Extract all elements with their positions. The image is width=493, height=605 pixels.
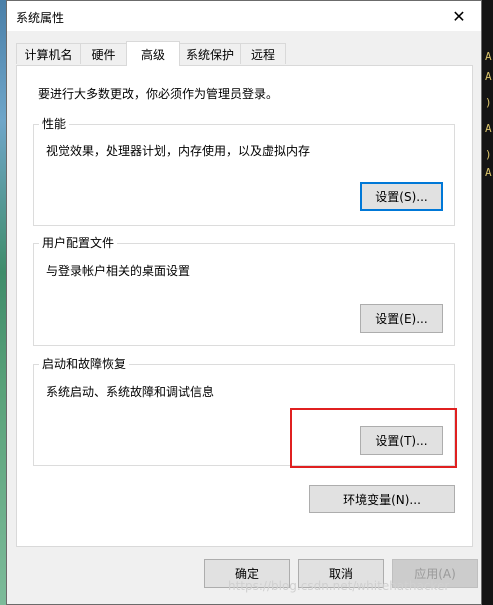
performance-settings-button[interactable]: 设置(S)... — [360, 182, 443, 211]
tab-advanced[interactable]: 高级 — [126, 41, 180, 66]
highlight-annotation — [290, 408, 457, 468]
background-code-fragment: ) — [485, 96, 492, 109]
admin-note: 要进行大多数更改，你必须作为管理员登录。 — [38, 87, 279, 101]
user-profiles-description: 与登录帐户相关的桌面设置 — [46, 264, 191, 278]
advanced-tab-panel: 要进行大多数更改，你必须作为管理员登录。 性能 视觉效果，处理器计划，内存使用，… — [16, 65, 473, 547]
tab-computer-name[interactable]: 计算机名 — [16, 43, 81, 64]
user-profiles-group: 用户配置文件 与登录帐户相关的桌面设置 设置(E)... — [33, 236, 455, 346]
performance-group-title: 性能 — [39, 117, 70, 131]
background-code-fragment: ) — [485, 148, 492, 161]
close-button[interactable]: ✕ — [437, 1, 481, 31]
background-editor-strip: A A ) A ) A — [481, 0, 493, 605]
user-profiles-group-title: 用户配置文件 — [39, 236, 118, 250]
system-properties-dialog: 系统属性 ✕ 计算机名 硬件 高级 系统保护 远程 要进行大多数更改，你必须作为… — [6, 0, 482, 605]
background-code-fragment: A — [485, 70, 492, 83]
close-icon: ✕ — [452, 6, 466, 26]
tab-system-protection[interactable]: 系统保护 — [179, 43, 241, 64]
startup-recovery-group-title: 启动和故障恢复 — [39, 357, 130, 371]
background-code-fragment: A — [485, 122, 492, 135]
user-profiles-settings-button[interactable]: 设置(E)... — [360, 304, 443, 333]
background-code-fragment: A — [485, 50, 492, 63]
startup-recovery-description: 系统启动、系统故障和调试信息 — [46, 385, 215, 399]
tab-remote[interactable]: 远程 — [240, 43, 286, 64]
title-bar[interactable]: 系统属性 ✕ — [7, 1, 481, 31]
window-title: 系统属性 — [16, 11, 65, 25]
environment-variables-button[interactable]: 环境变量(N)... — [309, 485, 455, 513]
performance-group: 性能 视觉效果，处理器计划，内存使用，以及虚拟内存 设置(S)... — [33, 117, 455, 226]
watermark-text: https://blog.csdn.net/whitehathacker — [228, 579, 450, 593]
performance-description: 视觉效果，处理器计划，内存使用，以及虚拟内存 — [46, 144, 311, 158]
tab-hardware[interactable]: 硬件 — [80, 43, 127, 64]
background-code-fragment: A — [485, 166, 492, 179]
